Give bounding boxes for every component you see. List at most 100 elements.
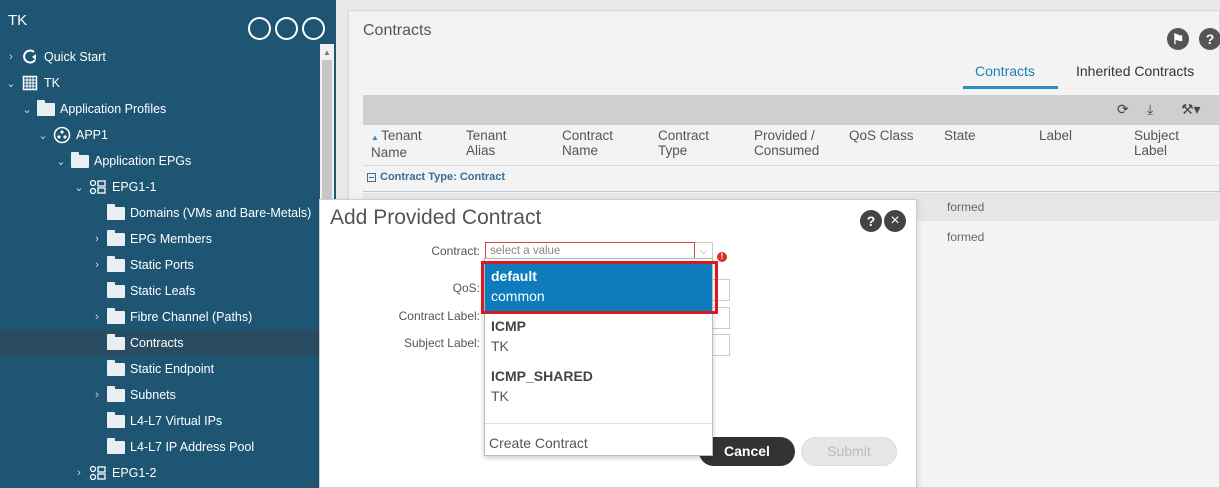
chevron-down-icon[interactable]: ⌄	[54, 155, 68, 168]
column-header-tenant-name[interactable]: ▲ Tenant Name	[371, 128, 422, 160]
active-tab-indicator	[963, 86, 1058, 89]
dropdown-option-icmp-shared[interactable]: ICMP_SHARED TK	[485, 361, 712, 411]
tree-item-static-leafs[interactable]: Static Leafs	[0, 278, 320, 304]
tree-item-static-ports[interactable]: › Static Ports	[0, 252, 320, 278]
scroll-up-arrow-icon[interactable]: ▲	[323, 48, 331, 57]
tab-contracts[interactable]: Contracts	[975, 63, 1035, 79]
chevron-down-icon[interactable]: ⌄	[4, 77, 18, 90]
navigation-sidebar: TK › Quick Start ⌄ TK ⌄ Application Prof…	[0, 0, 336, 488]
tree-item-label: Quick Start	[44, 50, 106, 64]
tree-item-label: EPG1-1	[112, 180, 157, 194]
column-header-label[interactable]: Label	[1039, 128, 1072, 143]
chevron-right-icon[interactable]: ›	[90, 389, 104, 401]
cancel-button[interactable]: Cancel	[699, 437, 795, 466]
column-header-provided-consumed[interactable]: Provided / Consumed	[754, 128, 819, 158]
tree-item-static-endpoint[interactable]: Static Endpoint	[0, 356, 320, 382]
tree-item-app1[interactable]: ⌄ APP1	[0, 122, 320, 148]
column-header-contract-type[interactable]: Contract Type	[658, 128, 709, 158]
tree-item-label: Static Ports	[130, 258, 194, 272]
tree-item-label: L4-L7 IP Address Pool	[130, 440, 255, 454]
submit-button[interactable]: Submit	[801, 437, 897, 466]
tree-item-label: Application Profiles	[60, 102, 167, 116]
chevron-right-icon[interactable]: ›	[4, 51, 18, 63]
tree-item-l4l7-virtual-ips[interactable]: L4-L7 Virtual IPs	[0, 408, 320, 434]
folder-icon	[106, 437, 126, 455]
chevron-right-icon[interactable]: ›	[90, 259, 104, 271]
folder-icon	[106, 255, 126, 273]
header-divider	[363, 165, 1220, 166]
tree-item-label: Fibre Channel (Paths)	[130, 310, 253, 324]
create-contract-link[interactable]: Create Contract	[489, 435, 588, 451]
subject-label-field-label: Subject Label:	[403, 336, 480, 350]
error-icon: !	[717, 252, 727, 262]
subject-label-input[interactable]	[710, 334, 730, 356]
tree-item-label: Static Leafs	[130, 284, 196, 298]
column-header-tenant-alias[interactable]: Tenant Alias	[466, 128, 507, 158]
folder-icon	[36, 99, 56, 117]
dropdown-option-icmp[interactable]: ICMP TK	[485, 311, 712, 361]
tree-item-application-epgs[interactable]: ⌄ Application EPGs	[0, 148, 320, 174]
flag-icon[interactable]	[248, 17, 271, 40]
folder-icon	[106, 307, 126, 325]
chevron-down-icon[interactable]: ⌄	[72, 181, 86, 194]
column-header-contract-name[interactable]: Contract Name	[562, 128, 613, 158]
tree-item-contracts[interactable]: Contracts	[0, 330, 320, 356]
chevron-right-icon[interactable]: ›	[72, 467, 86, 479]
tree-item-label: Static Endpoint	[130, 362, 215, 376]
option-tenant: TK	[491, 338, 509, 354]
folder-icon	[106, 385, 126, 403]
group-row-contract-type[interactable]: Contract Type: Contract	[363, 171, 1220, 191]
chevron-right-icon[interactable]: ›	[90, 311, 104, 323]
group-divider	[363, 191, 1220, 192]
bookmark-icon[interactable]: ⚑	[1167, 28, 1189, 50]
chevron-down-icon[interactable]: ⌄	[36, 129, 50, 142]
refresh-icon[interactable]: ⟳	[1117, 101, 1129, 118]
epg-icon	[88, 465, 108, 481]
option-name: ICMP_SHARED	[491, 368, 593, 384]
tree-item-quick-start[interactable]: › Quick Start	[0, 44, 320, 70]
tree-item-subnets[interactable]: › Subnets	[0, 382, 320, 408]
refresh-icon[interactable]	[302, 17, 325, 40]
collapse-icon[interactable]	[367, 172, 376, 182]
tree-item-l4l7-ip-pool[interactable]: L4-L7 IP Address Pool	[0, 434, 320, 460]
tree-item-label: EPG1-2	[112, 466, 157, 480]
download-icon[interactable]: ⤓	[1147, 101, 1153, 118]
tree-item-fibre-channel[interactable]: › Fibre Channel (Paths)	[0, 304, 320, 330]
tree-item-label: EPG Members	[130, 232, 212, 246]
dialog-title: Add Provided Contract	[330, 206, 542, 229]
tree-item-domains[interactable]: Domains (VMs and Bare-Metals)	[0, 200, 320, 226]
chevron-right-icon[interactable]: ›	[90, 233, 104, 245]
folder-icon	[106, 359, 126, 377]
tools-icon[interactable]: ⚒▾	[1181, 101, 1201, 118]
contract-label-field-label: Contract Label:	[398, 309, 480, 323]
tree-item-epg1-1[interactable]: ⌄ EPG1-1	[0, 174, 320, 200]
folder-icon	[106, 203, 126, 221]
tree-item-label: Contracts	[130, 336, 184, 350]
tree-item-epg1-2[interactable]: › EPG1-2	[0, 460, 320, 486]
chevron-down-icon[interactable]: ⌄	[20, 103, 34, 116]
quick-start-icon	[20, 49, 40, 65]
help-icon[interactable]: ?	[860, 210, 882, 232]
dropdown-divider	[485, 423, 712, 424]
tree-item-label: APP1	[76, 128, 108, 142]
folder-icon	[106, 281, 126, 299]
column-header-state[interactable]: State	[944, 128, 976, 143]
column-header-subject-label[interactable]: Subject Label	[1134, 128, 1179, 158]
help-icon[interactable]: ?	[1199, 28, 1220, 50]
tree-item-label: Application EPGs	[94, 154, 192, 168]
qos-field-label: QoS:	[452, 281, 480, 295]
tree-item-epg-members[interactable]: › EPG Members	[0, 226, 320, 252]
folder-icon	[106, 229, 126, 247]
option-tenant: TK	[491, 388, 509, 404]
tree-item-label: L4-L7 Virtual IPs	[130, 414, 223, 428]
list-icon[interactable]	[275, 17, 298, 40]
close-icon[interactable]: ×	[884, 210, 906, 232]
tab-inherited-contracts[interactable]: Inherited Contracts	[1076, 63, 1194, 79]
tree-item-tenant[interactable]: ⌄ TK	[0, 70, 320, 96]
state-cell: formed	[947, 230, 985, 244]
sidebar-header: TK	[0, 0, 325, 44]
tree-item-application-profiles[interactable]: ⌄ Application Profiles	[0, 96, 320, 122]
column-header-qos-class[interactable]: QoS Class	[849, 128, 914, 143]
contract-field-label: Contract:	[431, 244, 480, 258]
highlight-frame	[481, 261, 718, 314]
